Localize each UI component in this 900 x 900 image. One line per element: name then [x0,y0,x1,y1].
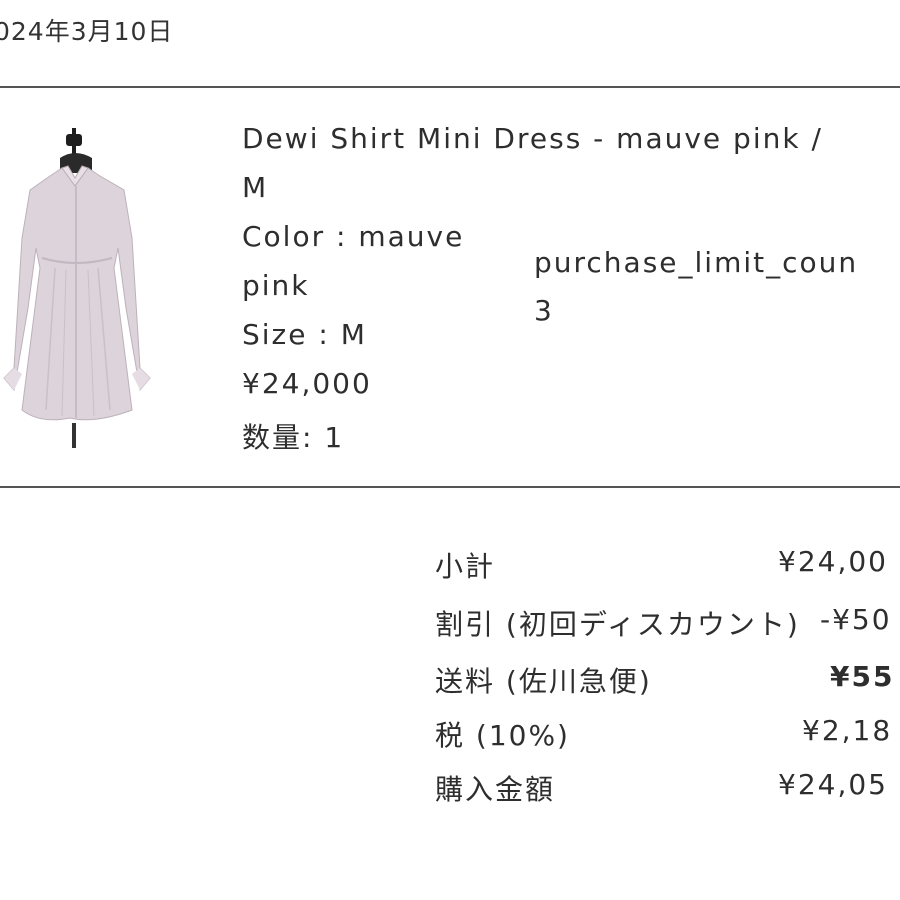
item-color-line1: Color : mauve [242,220,465,253]
discount-value: -¥50 [820,603,892,636]
item-size: Size : M [242,318,367,351]
order-date: 024年3月10日 [0,17,174,46]
subtotal-value: ¥24,00 [778,545,888,578]
item-title-line1[interactable]: Dewi Shirt Mini Dress - mauve pink / [242,122,823,155]
item-color-line2: pink [242,269,310,302]
total-value: ¥24,05 [778,768,888,801]
product-image [3,128,151,448]
shipping-label: 送料 (佐川急便) [435,665,652,698]
item-title-line2[interactable]: M [242,171,268,204]
discount-label: 割引 (初回ディスカウント) [435,608,800,641]
total-label: 購入金額 [435,773,556,806]
item-quantity: 数量: 1 [242,421,345,454]
tax-label: 税 (10%) [435,719,570,752]
item-price: ¥24,000 [242,367,372,400]
divider-top [0,86,900,88]
shipping-value: ¥55 [830,660,895,693]
divider-middle [0,486,900,488]
subtotal-label: 小計 [435,550,496,583]
tax-value: ¥2,18 [802,714,893,747]
purchase-limit-label: purchase_limit_coun [534,246,859,279]
purchase-limit-value: 3 [534,294,554,327]
